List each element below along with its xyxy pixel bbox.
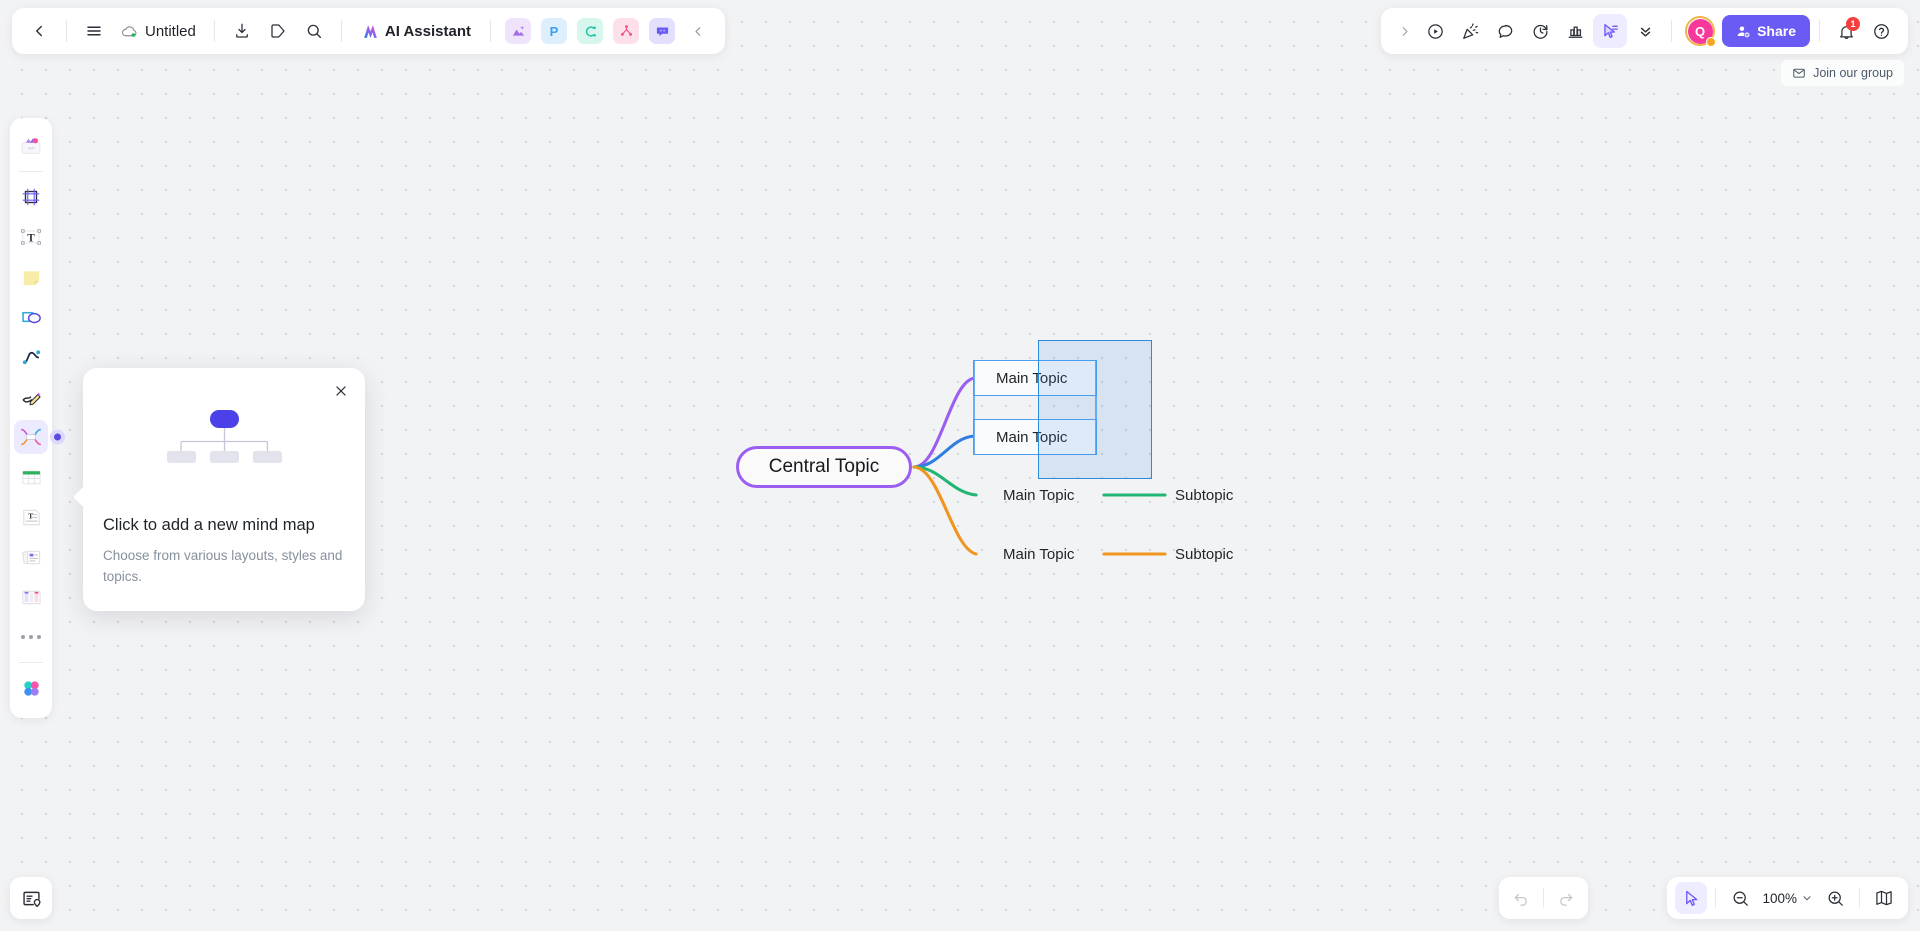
mindmap-tooltip-card: Click to add a new mind map Choose from … <box>83 368 365 612</box>
popup-description: Choose from various layouts, styles and … <box>103 548 343 584</box>
mindmap-main-topic-4[interactable]: Main Topic <box>1003 542 1123 566</box>
mindmap-subtopic-3[interactable]: Subtopic <box>1175 483 1275 507</box>
close-popup-button[interactable] <box>330 380 352 402</box>
mindmap-subtopic-4[interactable]: Subtopic <box>1175 542 1275 566</box>
mindmap-tree-illustration <box>103 410 345 468</box>
mindmap-main-topic-3[interactable]: Main Topic <box>1003 483 1123 507</box>
popup-title: Click to add a new mind map <box>103 516 315 534</box>
mindmap-central-topic[interactable]: Central Topic <box>736 446 912 488</box>
selection-marquee <box>1038 340 1152 479</box>
mindmap-app-window: Untitled AI Assistant P Q Share 1 Join o… <box>0 0 1920 931</box>
